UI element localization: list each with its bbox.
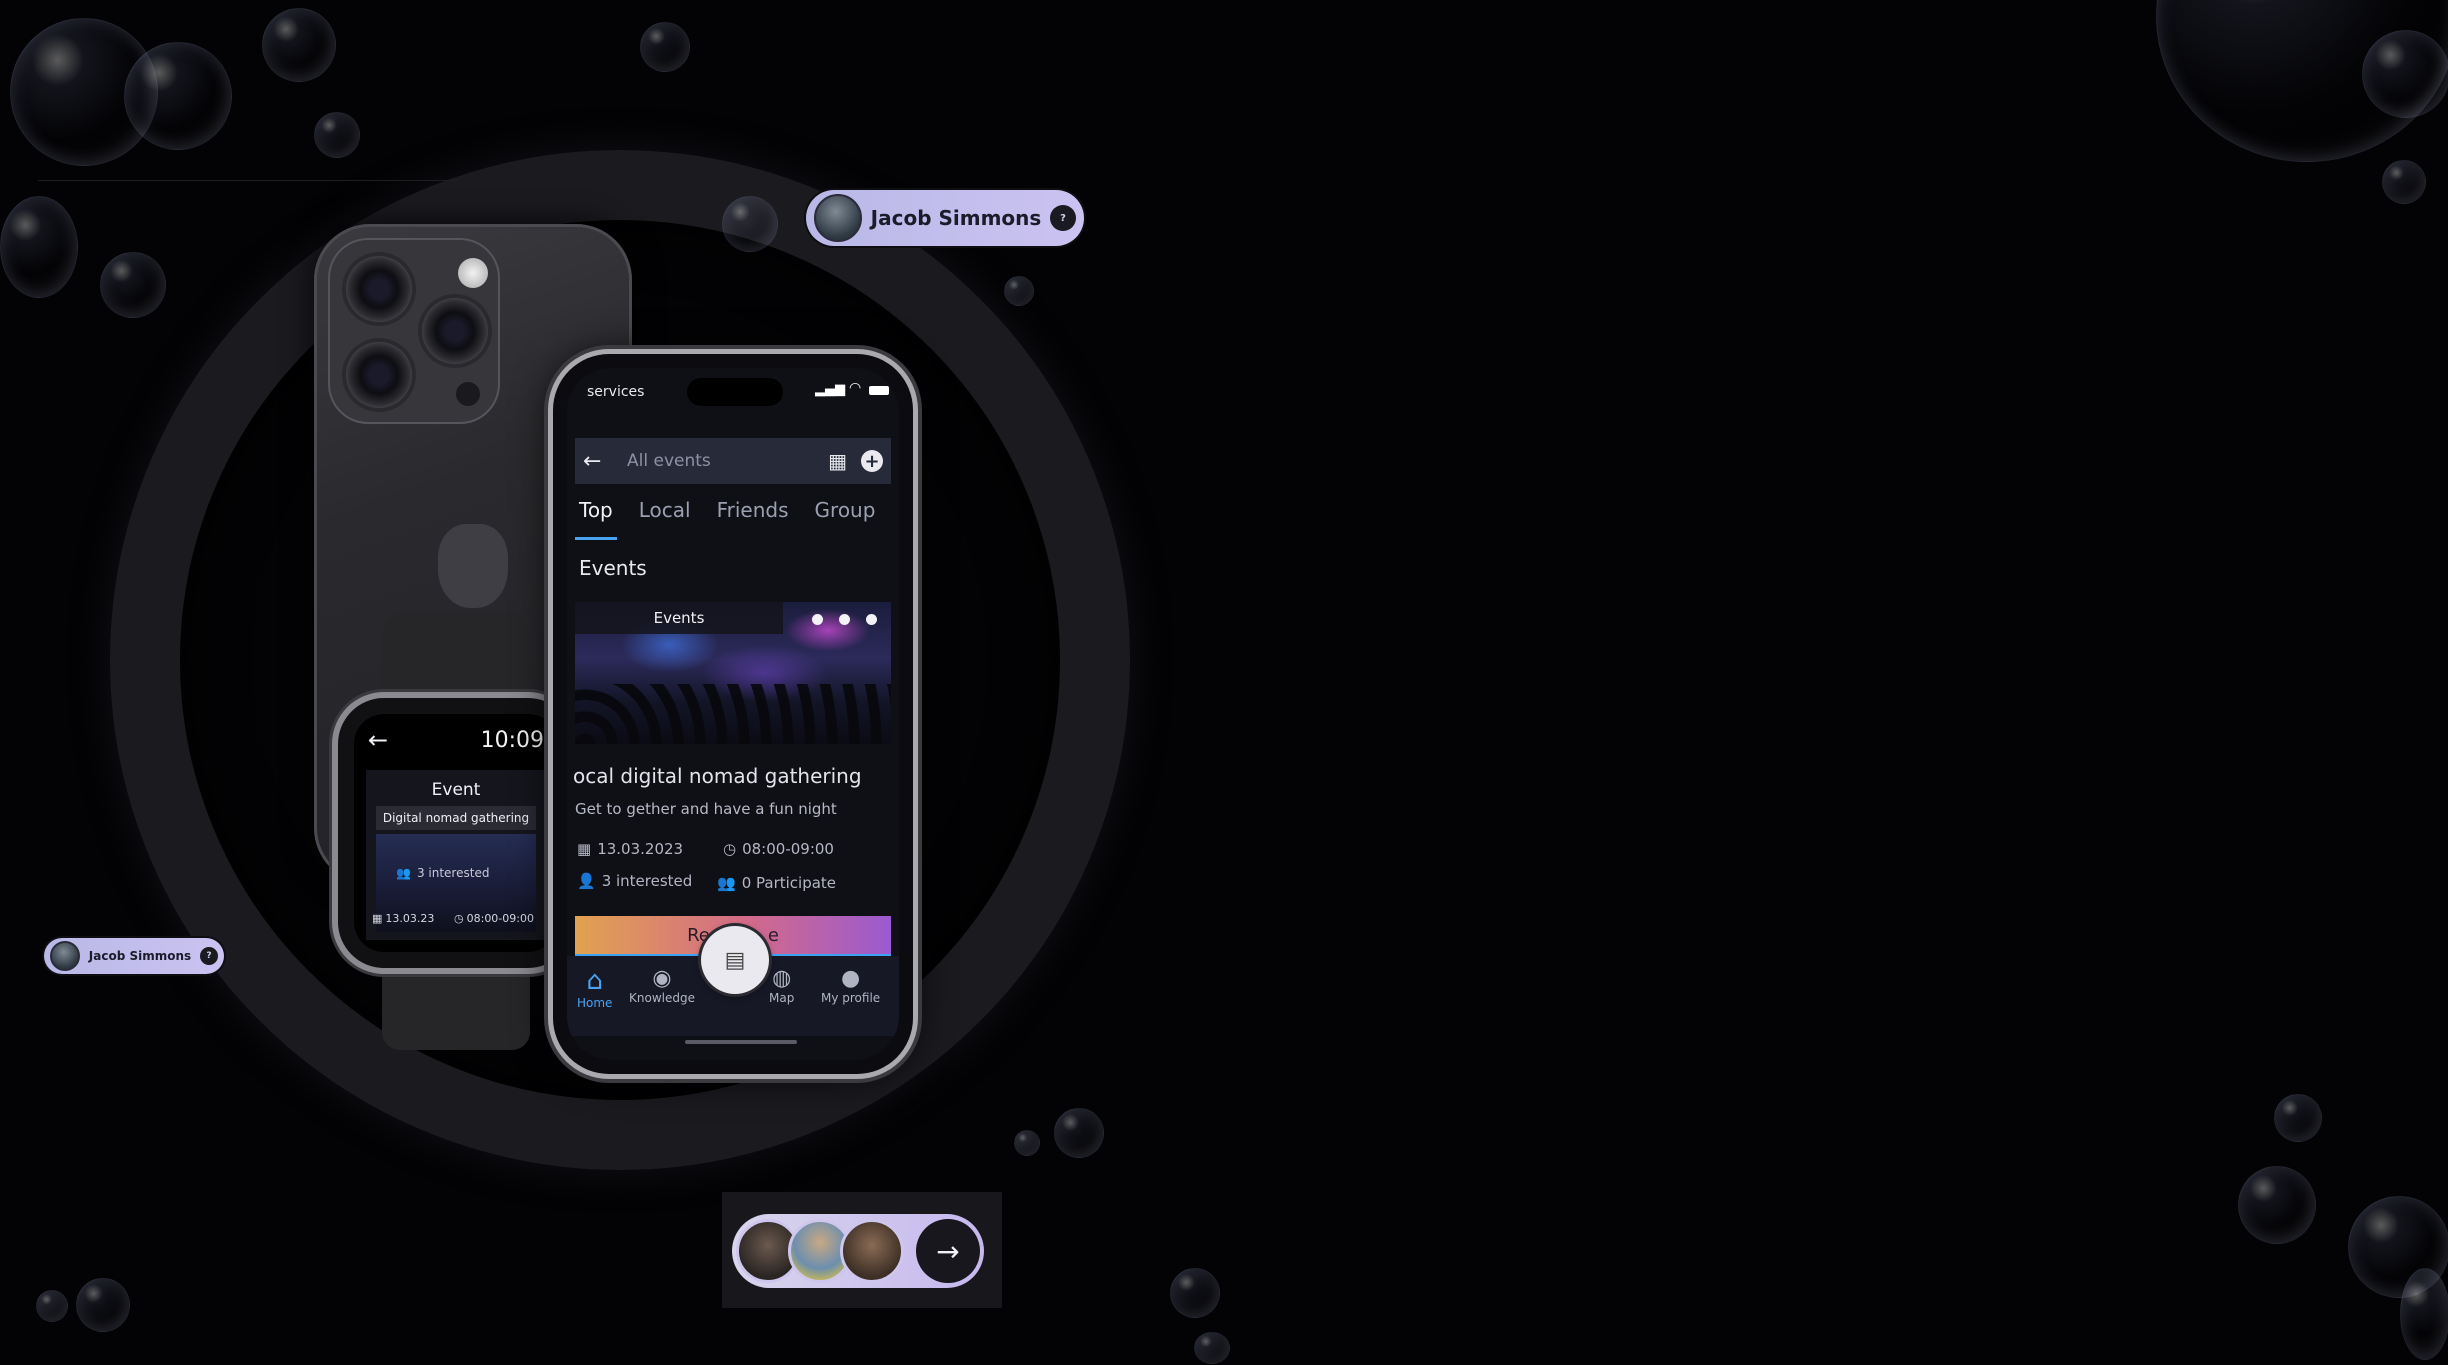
watch-event-name: Digital nomad gathering — [376, 806, 536, 830]
wallet-button[interactable]: ▤ — [701, 926, 769, 994]
info-icon: ? — [200, 947, 218, 965]
info-icon: ? — [1050, 205, 1076, 231]
status-label: services — [587, 384, 645, 400]
event-image[interactable]: Events — [575, 602, 891, 744]
bubble — [2382, 160, 2426, 204]
calendar-icon[interactable]: ▦ — [828, 449, 847, 473]
bubble — [2400, 1268, 2448, 1360]
event-time: ◷ 08:00-09:00 — [723, 840, 834, 858]
camera-flash — [458, 258, 488, 288]
watch-interested: 👥 3 interested — [396, 866, 490, 880]
bubble — [722, 196, 778, 252]
tab-bar: Top Local Friends Group — [567, 498, 899, 540]
carousel-dot[interactable] — [866, 614, 877, 625]
nav-home[interactable]: ⌂ Home — [577, 966, 612, 1010]
bubble — [1170, 1268, 1220, 1318]
avatar-group: → — [732, 1214, 984, 1288]
people-icon: 👥 — [396, 866, 411, 880]
carousel-dot[interactable] — [812, 614, 823, 625]
camera-lens — [422, 298, 488, 364]
profile-icon: ● — [840, 966, 861, 991]
event-title[interactable]: ocal digital nomad gathering — [573, 764, 862, 788]
bubble — [640, 22, 690, 72]
carousel-dots — [812, 614, 877, 625]
calendar-icon: ▦ — [372, 912, 383, 925]
watch-date: ▦ 13.03.23 — [372, 912, 435, 925]
avatar — [814, 194, 862, 242]
avatar — [50, 941, 80, 971]
bubble — [1194, 1332, 1230, 1364]
nav-my-profile[interactable]: ● My profile — [821, 966, 880, 1005]
apple-logo-icon — [438, 524, 508, 608]
lidar-sensor — [456, 382, 480, 406]
avatar[interactable] — [840, 1219, 904, 1283]
home-icon: ⌂ — [586, 966, 603, 996]
event-image-label: Events — [575, 602, 783, 634]
arrow-right-icon: → — [936, 1234, 960, 1268]
bubble — [2238, 1166, 2316, 1244]
section-title: Events — [579, 556, 647, 580]
bubble — [124, 42, 232, 150]
user-chip[interactable]: Jacob Simmons ? — [44, 938, 224, 974]
battery-icon — [869, 386, 889, 395]
phone-front: services ▂▄▆ ◠ ← All events ▦ + Top Loca… — [553, 354, 913, 1074]
user-name: Jacob Simmons — [870, 206, 1042, 230]
watch-card-title: Event — [431, 780, 481, 800]
status-bar: services ▂▄▆ ◠ — [567, 368, 899, 412]
watch-time: 10:09 — [480, 728, 544, 753]
dynamic-island — [687, 378, 783, 406]
bubble — [100, 252, 166, 318]
divider-line — [38, 180, 458, 181]
search-bar: ← All events ▦ + — [575, 438, 891, 484]
smartwatch: ← 10:09 Event Digital nomad gathering 👥 … — [338, 698, 574, 968]
bubble — [1014, 1130, 1040, 1156]
user-chip[interactable]: Jacob Simmons ? — [806, 190, 1084, 246]
bubble — [76, 1278, 130, 1332]
group-icon: 👥 — [717, 874, 736, 892]
search-input[interactable]: All events — [627, 451, 828, 471]
carousel-dot[interactable] — [839, 614, 850, 625]
back-arrow-icon[interactable]: ← — [583, 449, 611, 474]
event-date: ▦ 13.03.2023 — [577, 840, 684, 858]
bubble — [0, 196, 78, 298]
event-participants: 👥 0 Participate — [717, 874, 837, 892]
back-arrow-icon[interactable]: ← — [368, 726, 388, 754]
camera-lens — [346, 342, 412, 408]
signal-icon: ▂▄▆ — [815, 382, 845, 397]
camera-lens — [346, 256, 412, 322]
phone-screen: services ▂▄▆ ◠ ← All events ▦ + Top Loca… — [567, 368, 899, 1060]
bubble — [2274, 1094, 2322, 1142]
user-name: Jacob Simmons — [88, 949, 192, 963]
tab-group[interactable]: Group — [815, 498, 876, 540]
nav-knowledge[interactable]: ◉ Knowledge — [629, 966, 695, 1005]
person-icon: 👤 — [577, 872, 596, 890]
tab-top[interactable]: Top — [575, 498, 617, 540]
next-button[interactable]: → — [916, 1219, 980, 1283]
clock-icon: ◷ — [454, 912, 464, 925]
globe-icon: ◍ — [772, 966, 792, 991]
tab-friends[interactable]: Friends — [717, 498, 789, 540]
bubble — [1004, 276, 1034, 306]
owl-icon: ◉ — [652, 966, 672, 991]
home-indicator[interactable] — [685, 1040, 797, 1044]
nav-map[interactable]: ◍ Map — [769, 966, 794, 1005]
event-subtitle: Get to gether and have a fun night — [575, 800, 837, 818]
wallet-icon: ▤ — [724, 947, 746, 973]
wifi-icon: ◠ — [849, 380, 862, 396]
bubble — [36, 1290, 68, 1322]
bubble — [1054, 1108, 1104, 1158]
crowd-silhouette — [575, 684, 891, 744]
watch-event-card[interactable]: Event Digital nomad gathering 👥 3 intere… — [366, 770, 546, 940]
bubble — [2362, 30, 2448, 118]
bubble — [314, 112, 360, 158]
clock-icon: ◷ — [723, 840, 737, 858]
bubble — [262, 8, 336, 82]
watch-screen: ← 10:09 Event Digital nomad gathering 👥 … — [354, 714, 558, 952]
event-interested: 👤 3 interested — [577, 872, 693, 890]
tab-local[interactable]: Local — [639, 498, 691, 540]
calendar-icon: ▦ — [577, 840, 592, 858]
camera-module — [328, 238, 500, 424]
watch-time-range: ◷ 08:00-09:00 — [454, 912, 534, 925]
add-icon[interactable]: + — [861, 450, 883, 472]
